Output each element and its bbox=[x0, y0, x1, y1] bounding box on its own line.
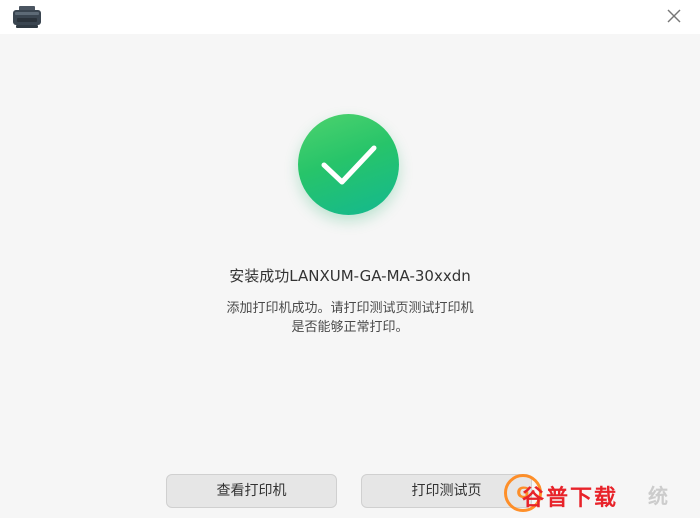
check-circle-icon bbox=[298, 114, 399, 215]
checkmark-icon bbox=[321, 145, 377, 185]
title-bar bbox=[0, 0, 700, 34]
view-printer-button[interactable]: 查看打印机 bbox=[166, 474, 337, 508]
watermark-text-suffix: 统 bbox=[648, 484, 669, 508]
install-success-description: 添加打印机成功。请打印测试页测试打印机是否能够正常打印。 bbox=[226, 301, 474, 335]
print-test-page-button[interactable]: 打印测试页 bbox=[361, 474, 532, 508]
printer-icon bbox=[13, 6, 41, 28]
watermark-text: 谷普下载 bbox=[522, 486, 619, 511]
close-icon[interactable] bbox=[662, 4, 686, 28]
install-success-title: 安装成功LANXUM-GA-MA-30xxdn bbox=[229, 267, 471, 285]
